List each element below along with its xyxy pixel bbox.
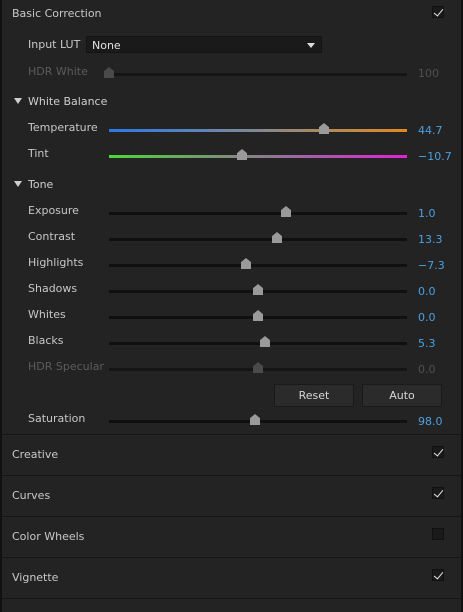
section-divider: [2, 557, 461, 558]
creative-checkbox[interactable]: [432, 446, 444, 458]
highlights-label: Highlights: [28, 256, 84, 269]
section-divider: [2, 434, 461, 435]
exposure-value[interactable]: 1.0: [418, 207, 436, 220]
exposure-slider-track[interactable]: [109, 212, 407, 215]
hdr-white-value: 100: [418, 67, 439, 80]
saturation-slider-thumb[interactable]: [250, 414, 260, 425]
contrast-slider-thumb[interactable]: [272, 232, 282, 243]
temperature-label: Temperature: [28, 121, 98, 134]
curves-section-title[interactable]: Curves: [12, 489, 50, 502]
whites-slider-thumb[interactable]: [253, 310, 263, 321]
exposure-slider-thumb[interactable]: [281, 206, 291, 217]
shadows-value[interactable]: 0.0: [418, 285, 436, 298]
blacks-slider-track[interactable]: [109, 342, 407, 345]
hdr-specular-value: 0.0: [418, 363, 436, 376]
chevron-down-icon: [307, 43, 315, 48]
whites-label: Whites: [28, 308, 66, 321]
highlights-slider-track[interactable]: [109, 264, 407, 267]
color-wheels-checkbox[interactable]: [432, 528, 444, 540]
hdr-specular-label: HDR Specular: [28, 360, 104, 373]
hdr-white-label: HDR White: [28, 65, 88, 78]
temperature-slider-thumb[interactable]: [319, 123, 329, 134]
tint-value[interactable]: −10.7: [418, 150, 452, 163]
input-lut-value: None: [92, 39, 121, 52]
tint-slider-thumb[interactable]: [237, 149, 247, 160]
temperature-slider-track[interactable]: [109, 129, 407, 132]
vignette-section-title[interactable]: Vignette: [12, 571, 58, 584]
hdr-white-slider-thumb: [104, 67, 114, 78]
whites-value[interactable]: 0.0: [418, 311, 436, 324]
tint-label: Tint: [28, 147, 49, 160]
blacks-value[interactable]: 5.3: [418, 337, 436, 350]
section-divider: [2, 475, 461, 476]
hdr-white-slider-track: [109, 73, 407, 76]
saturation-value[interactable]: 98.0: [418, 415, 443, 428]
creative-section-title[interactable]: Creative: [12, 448, 58, 461]
contrast-label: Contrast: [28, 230, 76, 243]
highlights-value[interactable]: −7.3: [418, 259, 445, 272]
auto-button[interactable]: Auto: [362, 384, 442, 407]
basic-correction-checkbox[interactable]: [432, 6, 444, 18]
highlights-slider-thumb[interactable]: [241, 258, 251, 269]
section-divider: [2, 598, 461, 599]
temperature-value[interactable]: 44.7: [418, 124, 443, 137]
saturation-label: Saturation: [28, 412, 86, 425]
vignette-checkbox[interactable]: [432, 569, 444, 581]
contrast-slider-track[interactable]: [109, 238, 407, 241]
blacks-slider-thumb[interactable]: [260, 336, 270, 347]
hdr-specular-slider-thumb: [253, 362, 263, 373]
input-lut-label: Input LUT: [28, 38, 81, 51]
section-divider: [2, 516, 461, 517]
panel-left-border: [0, 0, 2, 612]
white-balance-title[interactable]: White Balance: [28, 95, 107, 108]
blacks-label: Blacks: [28, 334, 64, 347]
basic-correction-title[interactable]: Basic Correction: [12, 7, 102, 20]
tone-collapse-icon[interactable]: [14, 181, 22, 187]
color-wheels-section-title[interactable]: Color Wheels: [12, 530, 84, 543]
curves-checkbox[interactable]: [432, 487, 444, 499]
tint-slider-track[interactable]: [109, 155, 407, 158]
contrast-value[interactable]: 13.3: [418, 233, 443, 246]
tone-title[interactable]: Tone: [28, 178, 53, 191]
shadows-label: Shadows: [28, 282, 78, 295]
shadows-slider-thumb[interactable]: [253, 284, 263, 295]
exposure-label: Exposure: [28, 204, 79, 217]
reset-button[interactable]: Reset: [274, 384, 354, 407]
white-balance-collapse-icon[interactable]: [14, 98, 22, 104]
input-lut-select[interactable]: None: [86, 36, 322, 53]
